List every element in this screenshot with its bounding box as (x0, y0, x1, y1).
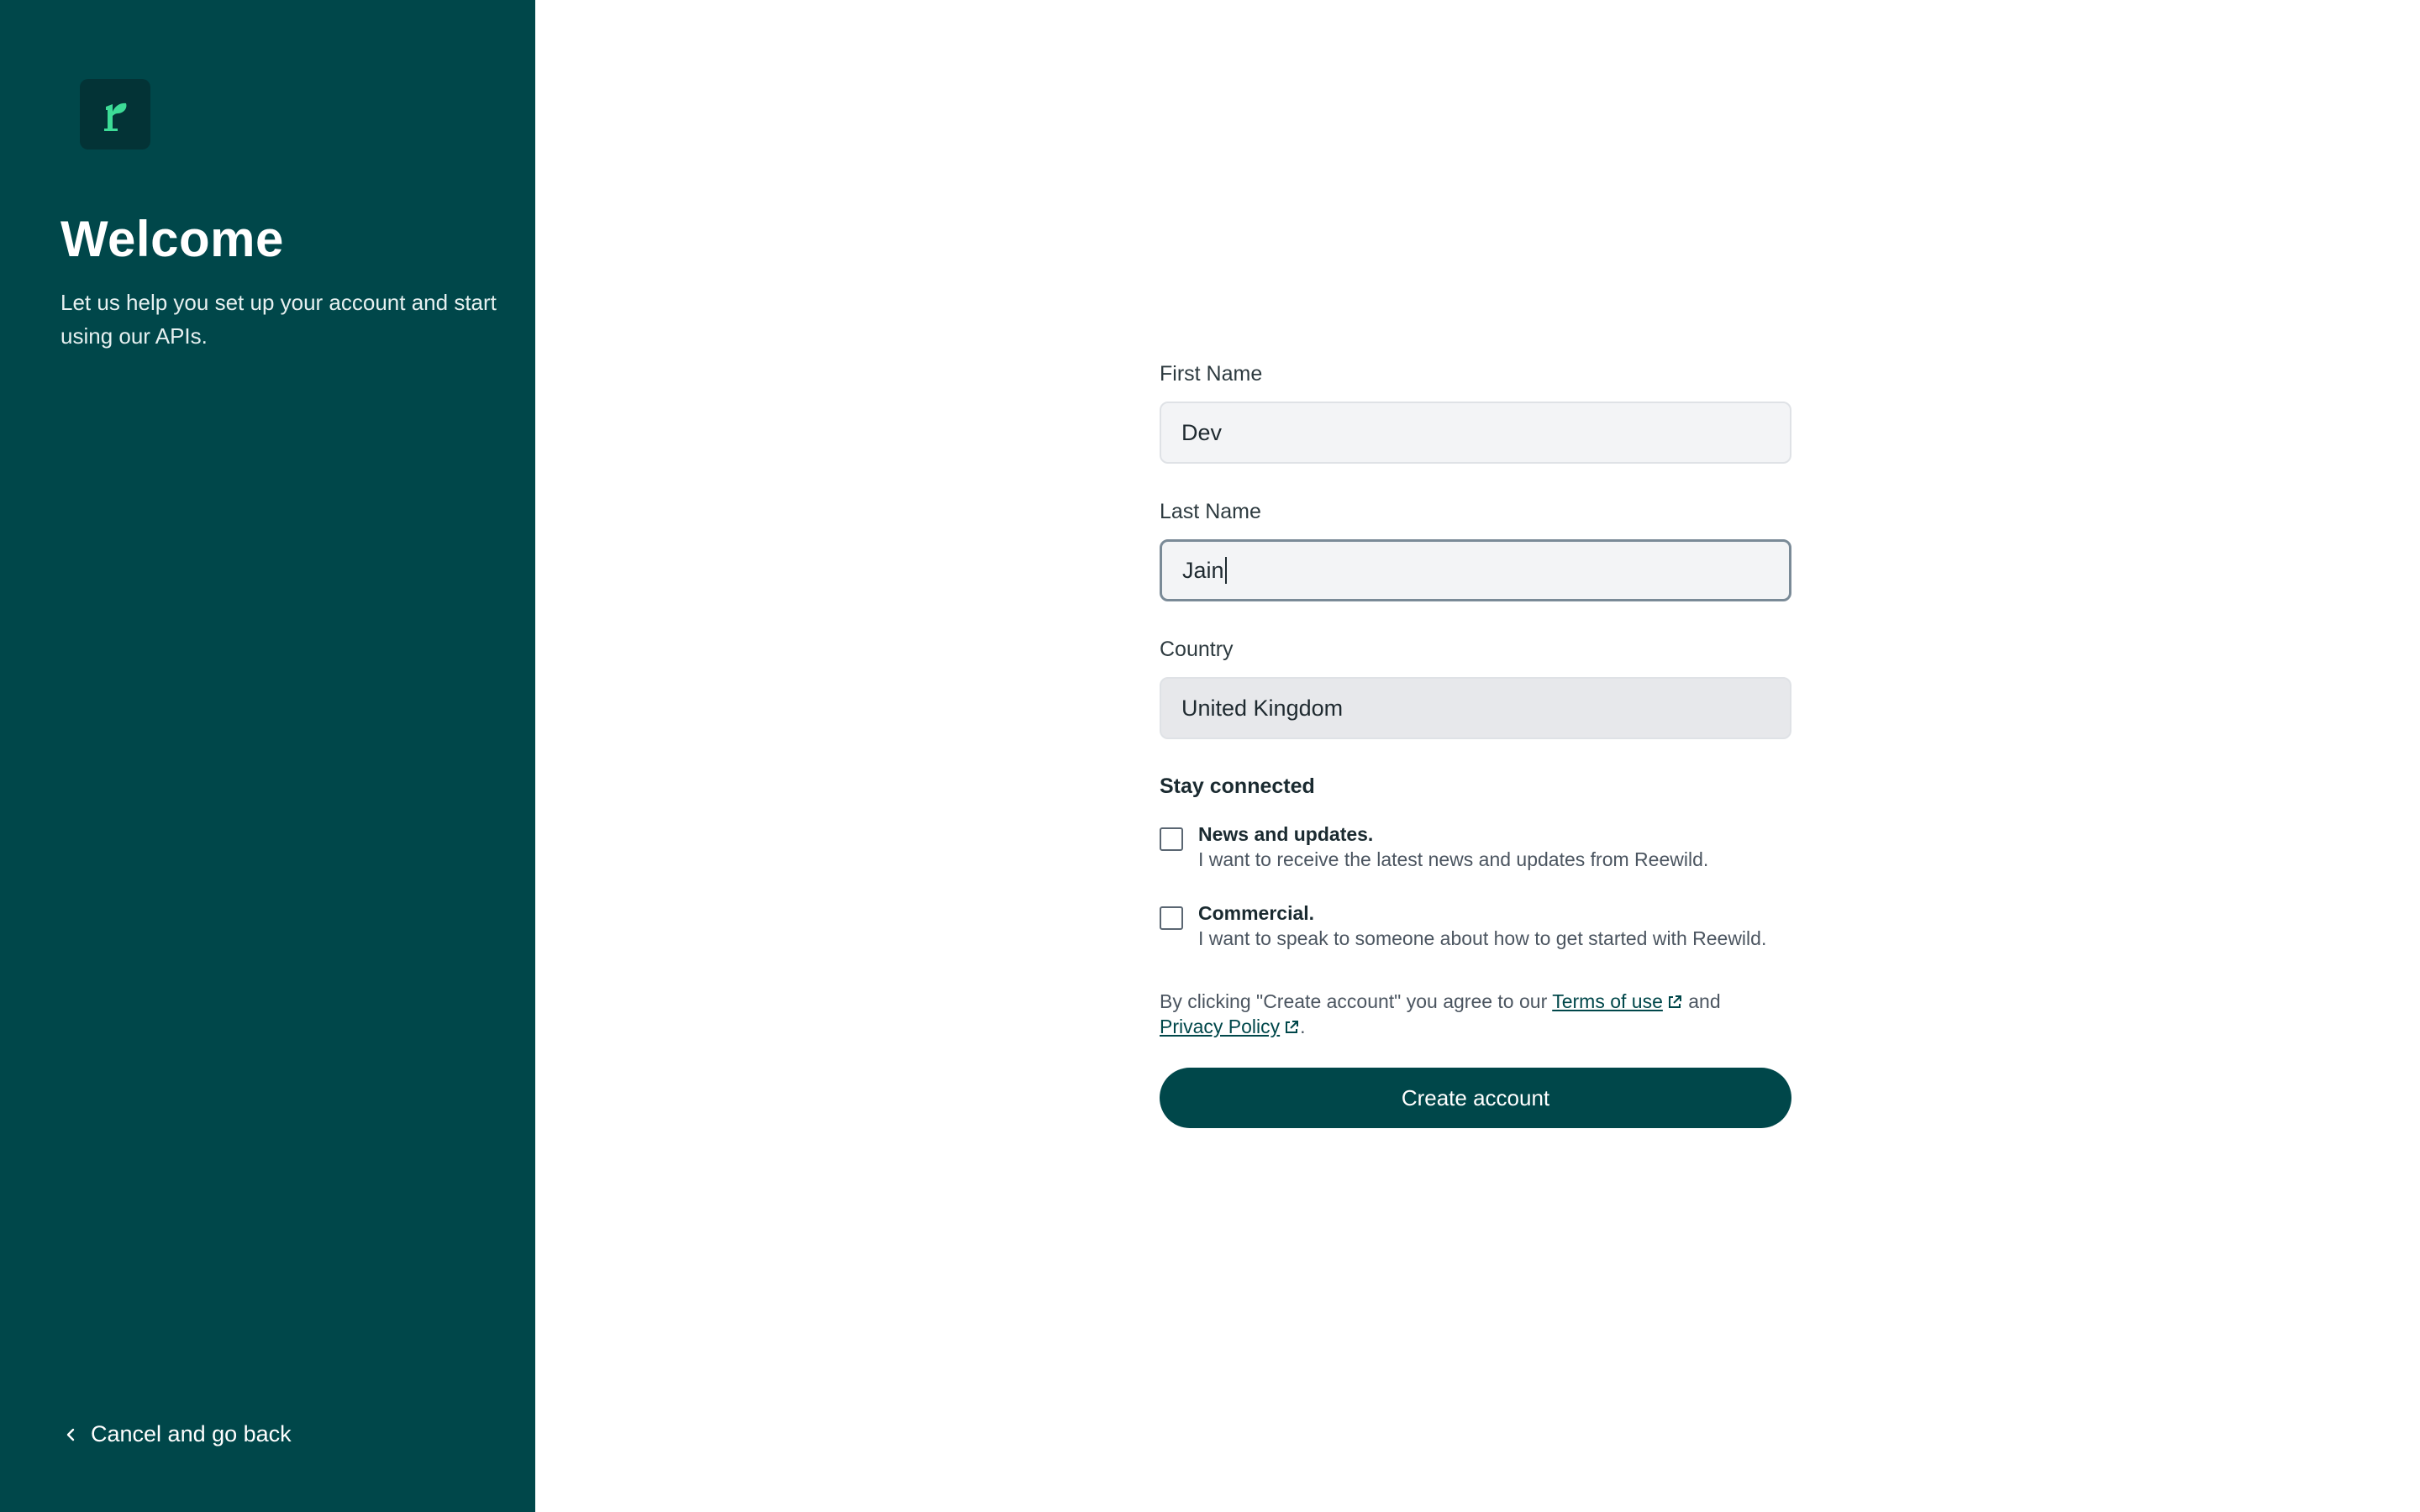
country-value: United Kingdom (1181, 695, 1344, 721)
stay-connected-heading: Stay connected (1160, 774, 1315, 798)
terms-notice: By clicking "Create account" you agree t… (1160, 989, 1791, 1039)
news-option: News and updates. I want to receive the … (1160, 822, 1791, 873)
first-name-value: Dev (1181, 419, 1223, 445)
signup-form: First Name Dev Last Name Jain Country Un… (1160, 361, 1791, 1128)
cancel-back-label: Cancel and go back (91, 1421, 292, 1446)
terms-of-use-label: Terms of use (1552, 990, 1663, 1012)
last-name-label: Last Name (1160, 500, 1261, 523)
external-link-icon (1668, 995, 1681, 1008)
country-label: Country (1160, 638, 1234, 661)
privacy-policy-link[interactable]: Privacy Policy (1160, 1016, 1280, 1037)
page-root: Welcome Let us help you set up your acco… (0, 0, 2420, 1512)
external-link-icon (1286, 1021, 1299, 1033)
create-account-button[interactable]: Create account (1160, 1068, 1791, 1128)
terms-suffix: . (1300, 1016, 1306, 1037)
first-name-label: First Name (1160, 362, 1263, 386)
sidebar: Welcome Let us help you set up your acco… (0, 0, 535, 1512)
terms-middle: and (1682, 990, 1721, 1012)
first-name-input[interactable]: Dev (1160, 402, 1791, 464)
chevron-left-icon (66, 1428, 75, 1441)
news-checkbox[interactable] (1160, 827, 1183, 851)
commercial-option: Commercial. I want to speak to someone a… (1160, 901, 1791, 952)
cancel-back-link[interactable]: Cancel and go back (62, 1421, 292, 1447)
commercial-option-title: Commercial. (1198, 902, 1315, 924)
country-select[interactable]: United Kingdom (1160, 677, 1791, 739)
welcome-subtitle: Let us help you set up your account and … (60, 290, 497, 349)
commercial-checkbox[interactable] (1160, 906, 1183, 930)
privacy-policy-label: Privacy Policy (1160, 1016, 1281, 1037)
terms-of-use-link[interactable]: Terms of use (1552, 990, 1663, 1012)
welcome-title: Welcome (60, 211, 284, 267)
brand-logo (80, 79, 150, 150)
text-caret (1224, 557, 1227, 584)
last-name-value: Jain (1182, 557, 1224, 583)
last-name-input[interactable]: Jain (1160, 539, 1791, 601)
news-option-title: News and updates. (1198, 823, 1374, 845)
leaf-r-logo-icon (104, 102, 127, 131)
terms-prefix: By clicking "Create account" you agree t… (1160, 990, 1553, 1012)
news-option-desc: I want to receive the latest news and up… (1198, 848, 1709, 870)
commercial-option-desc: I want to speak to someone about how to … (1198, 927, 1767, 949)
